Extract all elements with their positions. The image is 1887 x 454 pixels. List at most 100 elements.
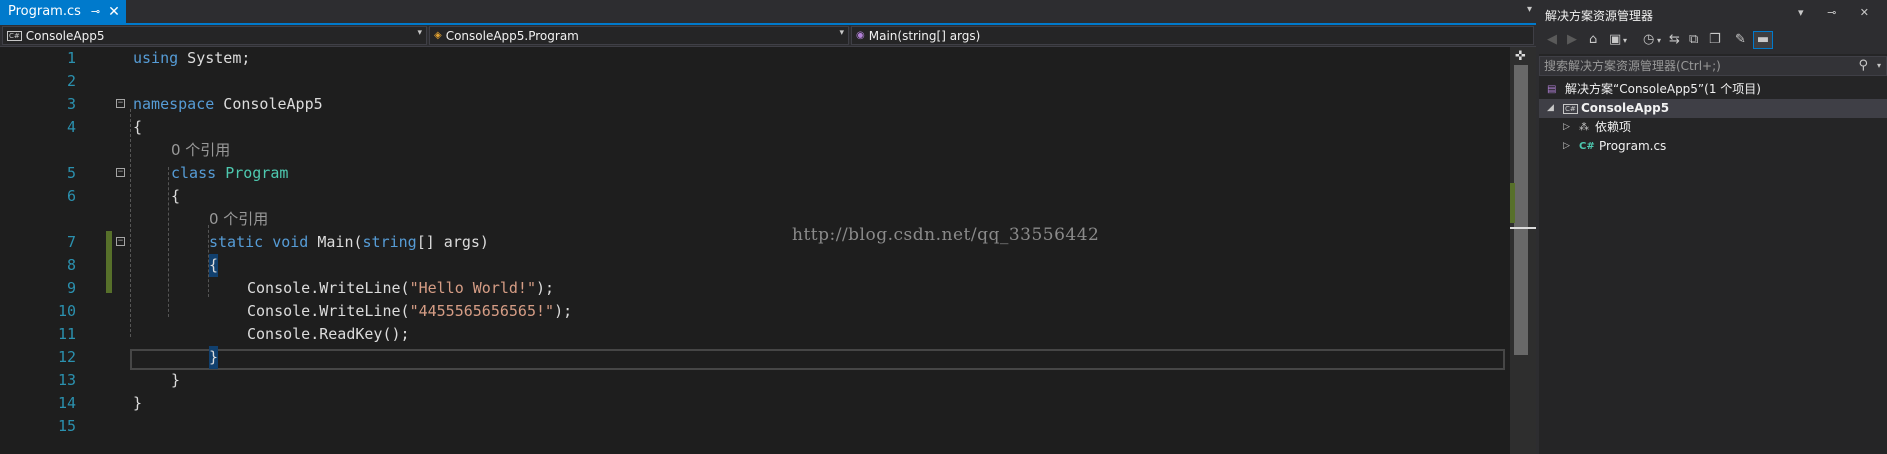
tab-program-cs[interactable]: Program.cs ⊸ ✕ <box>0 0 126 23</box>
keyword: namespace <box>133 95 215 113</box>
code-text: ); <box>554 302 573 320</box>
search-input[interactable] <box>1544 58 1844 74</box>
close-icon[interactable]: ✕ <box>108 5 120 19</box>
document-tab-strip: Program.cs ⊸ ✕ ▾ <box>0 0 1536 25</box>
code-line: 15 <box>0 415 1505 438</box>
code-line: 7 − static void Main(string[] args) <box>0 231 1505 254</box>
collapse-all-icon[interactable]: ⧉ <box>1689 32 1698 47</box>
collapsed-arrow-icon[interactable]: ▷ <box>1563 137 1570 156</box>
type-dropdown[interactable]: ◈ ConsoleApp5.Program ▾ <box>429 26 849 45</box>
tree-item-solution[interactable]: ▤ 解决方案“ConsoleApp5”(1 个项目) <box>1539 80 1887 99</box>
back-icon[interactable]: ◀ <box>1547 32 1557 47</box>
project-dropdown-value: ConsoleApp5 <box>25 28 105 43</box>
code-text: { <box>171 187 181 205</box>
switch-views-icon[interactable]: ▣ <box>1609 32 1621 47</box>
keyword: void <box>272 233 309 251</box>
line-number: 10 <box>57 302 76 320</box>
tab-overflow-icon[interactable]: ▾ <box>1527 4 1532 15</box>
line-number: 12 <box>57 348 76 366</box>
code-line: 5 − class Program <box>0 162 1505 185</box>
code-text: ConsoleApp5 <box>214 95 323 113</box>
line-number: 15 <box>57 417 76 435</box>
collapse-icon[interactable]: − <box>116 237 125 246</box>
code-text: [] args) <box>416 233 489 251</box>
method-name: Main( <box>317 233 363 251</box>
pending-changes-filter-icon[interactable]: ◷ <box>1643 32 1654 47</box>
chevron-down-icon[interactable]: ▾ <box>1877 61 1881 70</box>
navigation-bar: C# ConsoleApp5 ▾ ◈ ConsoleApp5.Program ▾… <box>0 25 1536 47</box>
code-text: Console.ReadKey(); <box>247 325 410 343</box>
solution-icon: ▤ <box>1547 84 1557 95</box>
csharp-project-icon: C# <box>7 31 22 41</box>
sync-icon[interactable]: ⇆ <box>1669 32 1680 47</box>
properties-wrench-icon[interactable]: ✎ <box>1735 32 1746 47</box>
pin-icon[interactable]: ⊸ <box>91 5 100 18</box>
string-literal: "4455565656565!" <box>409 302 555 320</box>
tab-title: Program.cs <box>8 4 81 19</box>
preview-selected-icon[interactable]: ▬ <box>1753 31 1773 49</box>
home-icon[interactable]: ⌂ <box>1589 32 1597 47</box>
search-icon[interactable]: ⚲ <box>1858 58 1868 73</box>
chevron-down-icon[interactable]: ▾ <box>1623 36 1627 45</box>
chevron-down-icon: ▾ <box>839 28 844 38</box>
string-literal: "Hello World!" <box>409 279 536 297</box>
matched-brace: } <box>209 346 219 369</box>
chevron-down-icon: ▾ <box>417 28 422 38</box>
keyword: class <box>171 164 217 182</box>
solution-search-box[interactable]: ⚲ ▾ <box>1539 56 1887 76</box>
code-text: { <box>133 118 143 136</box>
code-text: ); <box>536 279 555 297</box>
collapse-icon[interactable]: − <box>116 99 125 108</box>
panel-window-buttons[interactable]: ▾ ⊸ ✕ <box>1798 6 1879 19</box>
class-icon: ◈ <box>434 30 442 41</box>
expanded-arrow-icon[interactable]: ◢ <box>1547 99 1554 118</box>
code-line: 2 <box>0 70 1505 93</box>
member-dropdown[interactable]: ◉ Main(string[] args) <box>851 26 1534 45</box>
keyword: static <box>209 233 264 251</box>
chevron-down-icon[interactable]: ▾ <box>1657 36 1661 45</box>
tree-item-label: 解决方案“ConsoleApp5”(1 个项目) <box>1565 82 1761 96</box>
line-number: 4 <box>66 118 76 136</box>
reference-count-link[interactable]: 0 个引用 <box>171 139 230 162</box>
code-line: 13 } <box>0 369 1505 392</box>
codelens-row: 0 个引用 <box>0 139 1505 162</box>
method-icon: ◉ <box>856 30 865 41</box>
scrollbar-thumb[interactable] <box>1514 65 1528 355</box>
line-number: 8 <box>66 256 76 274</box>
code-line: 9 Console.WriteLine("Hello World!"); <box>0 277 1505 300</box>
tree-item-label: ConsoleApp5 <box>1581 101 1670 115</box>
forward-icon[interactable]: ▶ <box>1567 32 1577 47</box>
line-number: 2 <box>66 72 76 90</box>
code-line: 11 Console.ReadKey(); <box>0 323 1505 346</box>
keyword: using <box>133 49 179 67</box>
reference-count-link[interactable]: 0 个引用 <box>209 208 268 231</box>
line-number: 11 <box>57 325 76 343</box>
code-line: 4 { <box>0 116 1505 139</box>
code-line: 1 using System; <box>0 47 1505 70</box>
scrollbar-change-marker <box>1510 183 1515 223</box>
collapse-icon[interactable]: − <box>116 168 125 177</box>
code-line: 3 − namespace ConsoleApp5 <box>0 93 1505 116</box>
watermark-url: http://blog.csdn.net/qq_33556442 <box>792 225 1100 245</box>
line-number: 6 <box>66 187 76 205</box>
code-text-area[interactable]: 1 using System; 2 3 − namespace ConsoleA… <box>0 47 1510 454</box>
show-all-files-icon[interactable]: ❐ <box>1709 32 1721 47</box>
matched-brace: { <box>209 254 219 277</box>
type-name: Program <box>225 164 289 182</box>
collapsed-arrow-icon[interactable]: ▷ <box>1563 118 1570 137</box>
solution-explorer-toolbar: ◀ ▶ ⌂ ▣ ▾ ◷ ▾ ⇆ ⧉ ❐ ✎ ▬ <box>1539 28 1887 54</box>
keyword: string <box>362 233 417 251</box>
tree-item-label: Program.cs <box>1599 139 1667 153</box>
tree-item-dependencies[interactable]: ▷ ⁂ 依赖项 <box>1539 118 1887 137</box>
split-window-icon[interactable]: ✜ <box>1515 49 1526 64</box>
code-line: 14 } <box>0 392 1505 415</box>
project-dropdown[interactable]: C# ConsoleApp5 ▾ <box>2 26 427 45</box>
code-line: 12 } <box>0 346 1505 369</box>
code-text: Console.WriteLine( <box>247 279 410 297</box>
tree-item-program-cs[interactable]: ▷ C# Program.cs <box>1539 137 1887 156</box>
tree-item-project[interactable]: ◢ C# ConsoleApp5 <box>1539 99 1887 118</box>
codelens-row: 0 个引用 <box>0 208 1505 231</box>
vertical-scrollbar[interactable]: ✜ <box>1510 47 1536 454</box>
solution-explorer-panel: 解决方案资源管理器 ▾ ⊸ ✕ ◀ ▶ ⌂ ▣ ▾ ◷ ▾ ⇆ ⧉ ❐ ✎ ▬ … <box>1536 0 1887 454</box>
code-text: } <box>133 394 143 412</box>
